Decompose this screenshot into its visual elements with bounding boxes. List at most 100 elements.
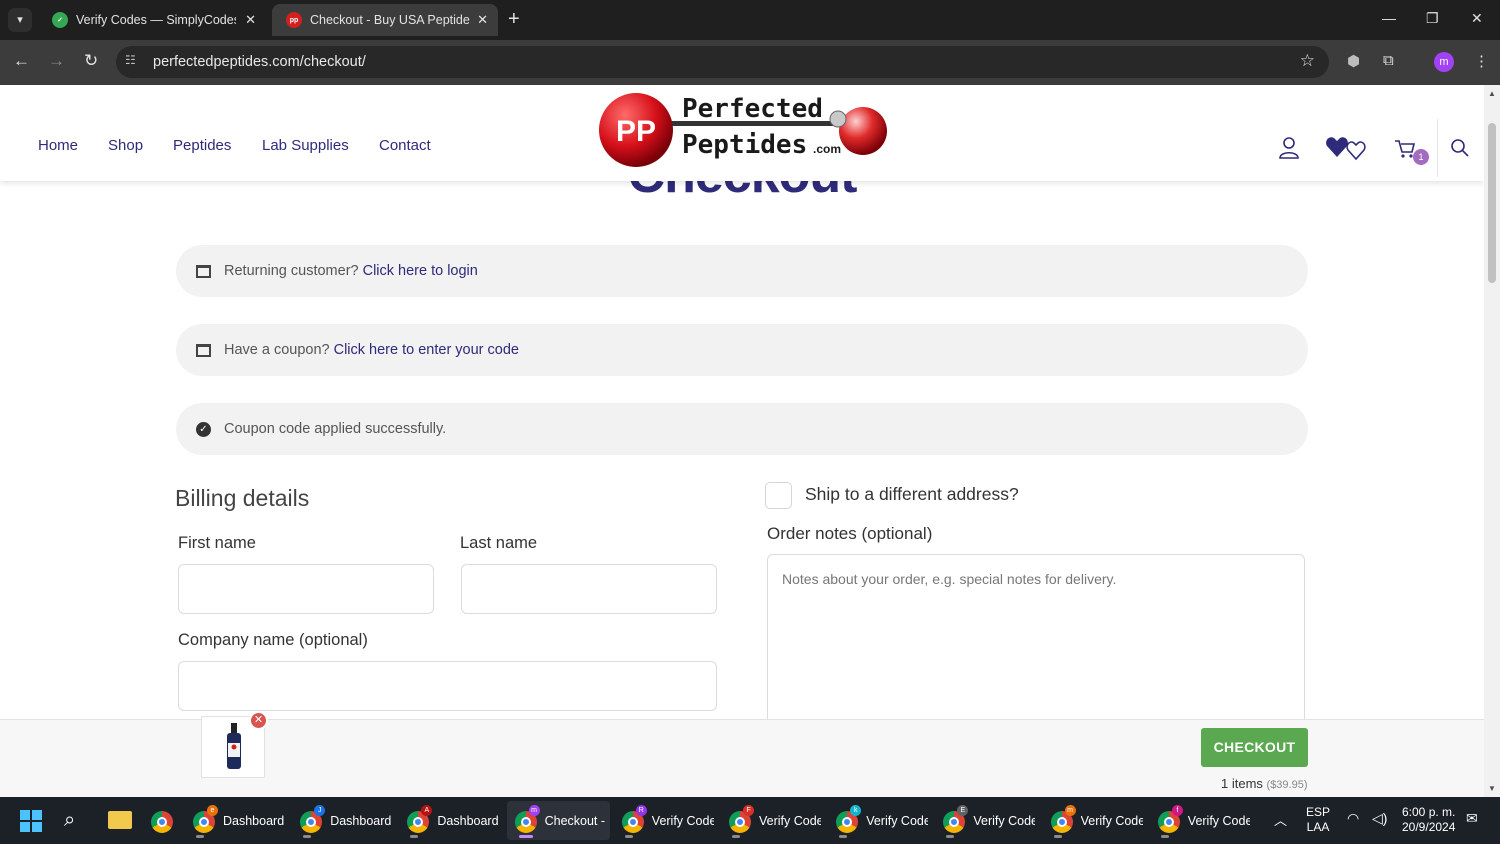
date-text: 20/9/2024 bbox=[1402, 820, 1456, 834]
first-name-label: First name bbox=[178, 534, 256, 552]
language-indicator[interactable]: ESP LAA bbox=[1306, 805, 1330, 835]
taskbar-chrome-window[interactable]: E Verify Code bbox=[935, 801, 1038, 840]
billing-details-heading: Billing details bbox=[175, 485, 310, 511]
notice-text: Returning customer? bbox=[224, 263, 359, 279]
running-indicator bbox=[839, 835, 848, 838]
profile-badge: f bbox=[1171, 805, 1183, 816]
file-explorer-icon[interactable] bbox=[108, 811, 132, 829]
nav-contact[interactable]: Contact bbox=[379, 137, 431, 154]
extension-icon[interactable]: ⬢ bbox=[1347, 52, 1360, 70]
account-icon[interactable] bbox=[1279, 137, 1299, 159]
ship-different-label[interactable]: Ship to a different address? bbox=[805, 484, 1019, 505]
taskbar-chrome-window[interactable]: m Verify Code bbox=[1043, 801, 1146, 840]
cart-items-summary: 1 items ($39.95) bbox=[1221, 776, 1308, 791]
tab-search-button[interactable]: ▾ bbox=[8, 8, 32, 32]
keyboard-layout-text: LAA bbox=[1306, 820, 1330, 834]
chrome-icon[interactable] bbox=[151, 811, 173, 833]
ship-different-checkbox[interactable] bbox=[765, 482, 792, 509]
last-name-input[interactable] bbox=[461, 564, 717, 614]
first-name-input[interactable] bbox=[178, 564, 434, 614]
nav-home[interactable]: Home bbox=[38, 137, 78, 154]
search-icon[interactable] bbox=[1451, 139, 1469, 157]
tab-verify-codes[interactable]: ✓ Verify Codes — SimplyCodes ✕ bbox=[38, 4, 266, 36]
taskbar-chrome-window[interactable]: k Verify Code bbox=[828, 801, 931, 840]
taskbar-chrome-window[interactable]: A Dashboard bbox=[399, 801, 502, 840]
restore-icon[interactable]: ❐ bbox=[1426, 10, 1439, 27]
back-icon[interactable]: ← bbox=[13, 51, 30, 71]
window-icon bbox=[196, 343, 211, 357]
browser-tabstrip: ▾ ✓ Verify Codes — SimplyCodes ✕ pp Chec… bbox=[0, 0, 1500, 40]
tab-close-icon[interactable]: ✕ bbox=[245, 12, 256, 28]
scroll-down-icon[interactable]: ▼ bbox=[1488, 784, 1496, 793]
login-link[interactable]: Click here to login bbox=[363, 263, 478, 279]
nav-lab-supplies[interactable]: Lab Supplies bbox=[262, 137, 349, 154]
chrome-menu-icon[interactable]: ⋮ bbox=[1474, 52, 1489, 70]
order-notes-textarea[interactable]: Notes about your order, e.g. special not… bbox=[767, 554, 1305, 744]
profile-badge: F bbox=[743, 805, 754, 816]
taskbar-search-icon[interactable]: ⌕ bbox=[64, 809, 75, 832]
order-notes-label: Order notes (optional) bbox=[767, 524, 933, 543]
header-divider bbox=[1437, 119, 1438, 177]
clock[interactable]: 6:00 p. m. 20/9/2024 bbox=[1402, 805, 1455, 835]
enter-coupon-link[interactable]: Click here to enter your code bbox=[334, 342, 519, 358]
items-count-text: 1 items bbox=[1221, 776, 1263, 791]
taskbar-window-label: Verify Code bbox=[759, 814, 821, 828]
peptides-favicon-icon: pp bbox=[286, 12, 302, 28]
page-scrollbar[interactable]: ▲ ▼ bbox=[1484, 85, 1500, 797]
profile-badge: m bbox=[528, 805, 540, 816]
tab-checkout[interactable]: pp Checkout - Buy USA Peptides - ✕ bbox=[272, 4, 498, 36]
url-text[interactable]: perfectedpeptides.com/checkout/ bbox=[153, 54, 366, 70]
product-bottle-icon bbox=[227, 723, 241, 769]
checkout-button[interactable]: CHECKOUT bbox=[1201, 728, 1308, 767]
scroll-up-icon[interactable]: ▲ bbox=[1488, 89, 1496, 98]
company-name-input[interactable] bbox=[178, 661, 717, 711]
profile-badge: A bbox=[421, 805, 433, 816]
tab-close-icon[interactable]: ✕ bbox=[477, 12, 488, 28]
nav-peptides[interactable]: Peptides bbox=[173, 137, 231, 154]
wishlist-hearts-icon[interactable] bbox=[1325, 135, 1369, 161]
taskbar-chrome-window[interactable]: R Verify Code bbox=[614, 801, 717, 840]
taskbar-chrome-window[interactable]: f Verify Code bbox=[1150, 801, 1253, 840]
profile-badge: R bbox=[635, 805, 647, 816]
running-indicator bbox=[196, 835, 204, 838]
logo-line1: Perfected bbox=[682, 94, 823, 124]
site-header: Home Shop Peptides Lab Supplies Contact … bbox=[0, 85, 1484, 181]
site-info-icon[interactable]: ☷ bbox=[125, 53, 143, 71]
volume-icon[interactable]: ◁) bbox=[1372, 810, 1387, 827]
taskbar-chrome-window[interactable]: F Verify Code bbox=[721, 801, 824, 840]
remove-item-icon[interactable]: ✕ bbox=[249, 711, 268, 730]
taskbar-window-label: Verify Code bbox=[651, 814, 714, 828]
taskbar-window-label: Verify Code bbox=[866, 814, 929, 828]
taskbar-chrome-window[interactable]: J Dashboard bbox=[292, 801, 395, 840]
logo-mark: PP bbox=[616, 115, 656, 148]
notification-icon[interactable]: ✉ bbox=[1466, 810, 1478, 827]
profile-badge: k bbox=[850, 805, 862, 816]
running-indicator bbox=[946, 835, 955, 838]
browser-toolbar: ← → ↻ ☷ perfectedpeptides.com/checkout/ … bbox=[0, 40, 1500, 85]
taskbar-window-label: Dashboard bbox=[437, 814, 499, 828]
bookmark-star-icon[interactable]: ☆ bbox=[1300, 51, 1315, 71]
extensions-puzzle-icon[interactable]: ⧉ bbox=[1383, 52, 1394, 69]
new-tab-button[interactable]: + bbox=[508, 8, 520, 30]
profile-avatar[interactable]: m bbox=[1434, 52, 1454, 72]
taskbar-chrome-window[interactable]: e Dashboard bbox=[185, 801, 288, 840]
window-close-icon[interactable]: ✕ bbox=[1471, 10, 1483, 27]
nav-shop[interactable]: Shop bbox=[108, 137, 143, 154]
logo-line2: Peptides bbox=[682, 130, 807, 160]
running-indicator bbox=[624, 835, 633, 838]
reload-icon[interactable]: ↻ bbox=[84, 51, 98, 71]
taskbar-chrome-window[interactable]: m Checkout - bbox=[506, 801, 610, 840]
check-circle-icon: ✓ bbox=[196, 421, 211, 437]
forward-icon[interactable]: → bbox=[48, 51, 65, 71]
minimize-icon[interactable]: — bbox=[1382, 10, 1396, 26]
wifi-icon[interactable]: ◠ bbox=[1347, 810, 1359, 827]
start-windows-icon[interactable] bbox=[20, 810, 42, 832]
time-text: 6:00 p. m. bbox=[1402, 805, 1456, 819]
language-text: ESP bbox=[1306, 805, 1331, 819]
running-indicator bbox=[518, 835, 533, 838]
site-logo[interactable]: PP Perfected Peptides .com bbox=[598, 91, 890, 169]
scrollbar-thumb[interactable] bbox=[1488, 123, 1496, 283]
taskbar-window-label: Verify Code bbox=[973, 814, 1036, 828]
tray-overflow-chevron-icon[interactable]: ︿ bbox=[1274, 810, 1287, 829]
address-bar[interactable]: ☷ perfectedpeptides.com/checkout/ ☆ bbox=[116, 46, 1329, 78]
